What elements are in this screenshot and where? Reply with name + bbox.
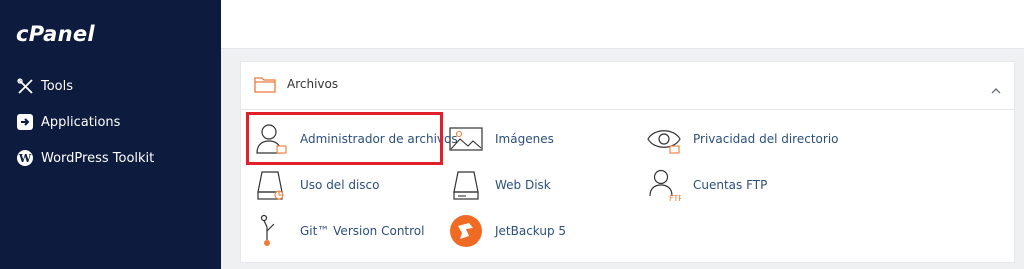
applications-icon bbox=[16, 113, 34, 131]
images-icon bbox=[449, 122, 483, 156]
directory-privacy-link[interactable]: Privacidad del directorio bbox=[647, 121, 839, 157]
sidebar: cPanel Tools Applications W WordPress To… bbox=[0, 0, 221, 269]
sidebar-item-label: Applications bbox=[41, 114, 121, 130]
images-link[interactable]: Imágenes bbox=[449, 121, 554, 157]
top-bar bbox=[221, 0, 1024, 49]
sidebar-item-wordpress-toolkit[interactable]: W WordPress Toolkit bbox=[16, 147, 154, 169]
item-label: Git™ Version Control bbox=[300, 224, 425, 238]
disk-usage-icon bbox=[254, 168, 288, 202]
item-label: Imágenes bbox=[495, 132, 554, 146]
directory-privacy-icon bbox=[647, 122, 681, 156]
tools-icon bbox=[16, 77, 34, 95]
git-icon bbox=[254, 214, 288, 248]
web-disk-link[interactable]: Web Disk bbox=[449, 167, 551, 203]
chevron-up-icon[interactable] bbox=[990, 80, 1002, 99]
item-label: JetBackup 5 bbox=[495, 224, 567, 238]
item-label: Uso del disco bbox=[300, 178, 380, 192]
sidebar-item-label: WordPress Toolkit bbox=[41, 150, 155, 166]
web-disk-icon bbox=[449, 168, 483, 202]
item-label: Cuentas FTP bbox=[693, 178, 768, 192]
highlight-box bbox=[246, 112, 443, 165]
jetbackup-icon bbox=[449, 214, 483, 248]
item-label: Web Disk bbox=[495, 178, 551, 192]
sidebar-item-label: Tools bbox=[41, 78, 74, 94]
sidebar-item-tools[interactable]: Tools bbox=[16, 75, 73, 97]
svg-text:FTP: FTP bbox=[669, 194, 681, 202]
sidebar-item-applications[interactable]: Applications bbox=[16, 111, 120, 133]
ftp-accounts-link[interactable]: FTP Cuentas FTP bbox=[647, 167, 767, 203]
section-header[interactable]: Archivos bbox=[241, 62, 1014, 110]
git-version-control-link[interactable]: Git™ Version Control bbox=[254, 213, 424, 249]
disk-usage-link[interactable]: Uso del disco bbox=[254, 167, 379, 203]
section-title: Archivos bbox=[287, 77, 339, 91]
svg-text:W: W bbox=[18, 152, 32, 165]
folder-icon bbox=[254, 77, 276, 97]
ftp-accounts-icon: FTP bbox=[647, 168, 681, 202]
cpanel-logo[interactable]: cPanel bbox=[16, 22, 95, 46]
wordpress-icon: W bbox=[16, 149, 34, 167]
jetbackup-link[interactable]: JetBackup 5 bbox=[449, 213, 566, 249]
item-label: Privacidad del directorio bbox=[693, 132, 839, 146]
